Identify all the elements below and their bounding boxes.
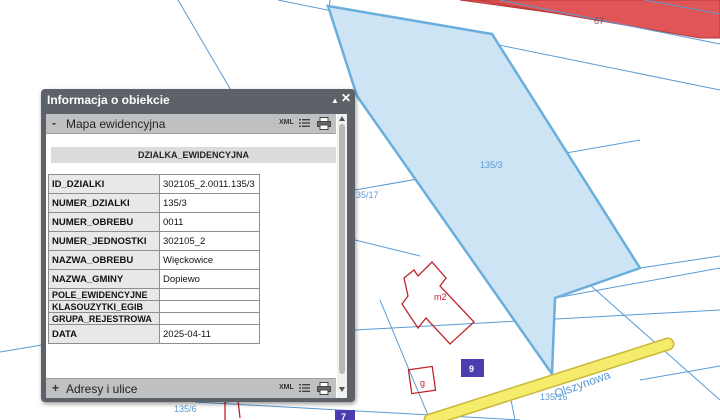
attr-value: 302105_2.0011.135/3 xyxy=(159,174,260,194)
close-icon[interactable]: ✕ xyxy=(341,92,351,104)
layer-title: DZIALKA_EWIDENCYJNA xyxy=(51,147,336,163)
xml-export-button[interactable]: XML xyxy=(279,119,294,126)
attr-key: NAZWA_OBREBU xyxy=(48,250,160,270)
attr-value xyxy=(159,312,260,325)
attr-value: Dopiewo xyxy=(159,269,260,289)
badge-label-9: 9 xyxy=(469,364,474,374)
attr-key: NUMER_JEDNOSTKI xyxy=(48,231,160,251)
table-row: POLE_EWIDENCYJNE xyxy=(48,288,260,301)
building-label-m2: m2 xyxy=(434,292,447,302)
minimize-icon[interactable]: ▲ xyxy=(331,96,339,106)
scroll-thumb[interactable] xyxy=(339,124,345,374)
building-label-g: g xyxy=(420,378,425,388)
parcel-label-top-right: 67 xyxy=(594,16,604,26)
table-row: NUMER_OBREBU 0011 xyxy=(48,212,260,232)
info-window-body: - Mapa ewidencyjna XML DZIALKA_EWIDENCYJ… xyxy=(46,114,347,398)
attr-value xyxy=(159,288,260,301)
attr-key: POLE_EWIDENCYJNE xyxy=(48,288,160,301)
attr-value: 302105_2 xyxy=(159,231,260,251)
info-window-title: Informacja o obiekcie xyxy=(47,93,170,107)
attr-key: NAZWA_GMINY xyxy=(48,269,160,289)
scroll-down-arrow-icon[interactable] xyxy=(339,387,345,392)
attr-value: Więckowice xyxy=(159,250,260,270)
info-window[interactable]: Informacja o obiekcie ▲ ✕ - Mapa ewidenc… xyxy=(41,89,355,402)
scroll-up-arrow-icon[interactable] xyxy=(339,116,345,121)
attr-value xyxy=(159,300,260,313)
parcel-label-main: 135/3 xyxy=(480,160,503,170)
attr-value: 2025-04-11 xyxy=(159,324,260,344)
parcel-label-bottom-left: 135/6 xyxy=(174,404,197,414)
table-row: ID_DZIALKI 302105_2.0011.135/3 xyxy=(48,174,260,194)
table-row: DATA 2025-04-11 xyxy=(48,324,260,344)
section-header-adresy[interactable]: + Adresy i ulice XML xyxy=(46,378,336,398)
scrollbar[interactable] xyxy=(337,114,347,398)
section-label-mapa: Mapa ewidencyjna xyxy=(66,117,166,131)
badge-label-7: 7 xyxy=(341,412,346,420)
table-row: NUMER_JEDNOSTKI 302105_2 xyxy=(48,231,260,251)
table-row: GRUPA_REJESTROWA xyxy=(48,312,260,325)
table-row: NAZWA_OBREBU Więckowice xyxy=(48,250,260,270)
table-row: KLASOUZYTKI_EGIB xyxy=(48,300,260,313)
attr-key: KLASOUZYTKI_EGIB xyxy=(48,300,160,313)
print-icon[interactable] xyxy=(317,117,331,130)
section-header-mapa[interactable]: - Mapa ewidencyjna XML xyxy=(46,114,336,134)
attribute-table: ID_DZIALKI 302105_2.0011.135/3 NUMER_DZI… xyxy=(48,174,260,344)
list-icon[interactable] xyxy=(299,118,310,129)
attr-key: NUMER_DZIALKI xyxy=(48,193,160,213)
attr-key: ID_DZIALKI xyxy=(48,174,160,194)
print-icon[interactable] xyxy=(317,382,331,395)
collapse-toggle[interactable]: - xyxy=(52,116,56,130)
expand-toggle[interactable]: + xyxy=(52,381,59,395)
attr-value: 135/3 xyxy=(159,193,260,213)
section-label-adresy: Adresy i ulice xyxy=(66,382,138,396)
attr-value: 0011 xyxy=(159,212,260,232)
list-icon[interactable] xyxy=(299,383,310,394)
attr-key: NUMER_OBREBU xyxy=(48,212,160,232)
table-row: NAZWA_GMINY Dopiewo xyxy=(48,269,260,289)
attr-key: GRUPA_REJESTROWA xyxy=(48,312,160,325)
table-row: NUMER_DZIALKI 135/3 xyxy=(48,193,260,213)
parcel-label-left: 35/17 xyxy=(356,190,379,200)
attr-key: DATA xyxy=(48,324,160,344)
xml-export-button[interactable]: XML xyxy=(279,384,294,391)
